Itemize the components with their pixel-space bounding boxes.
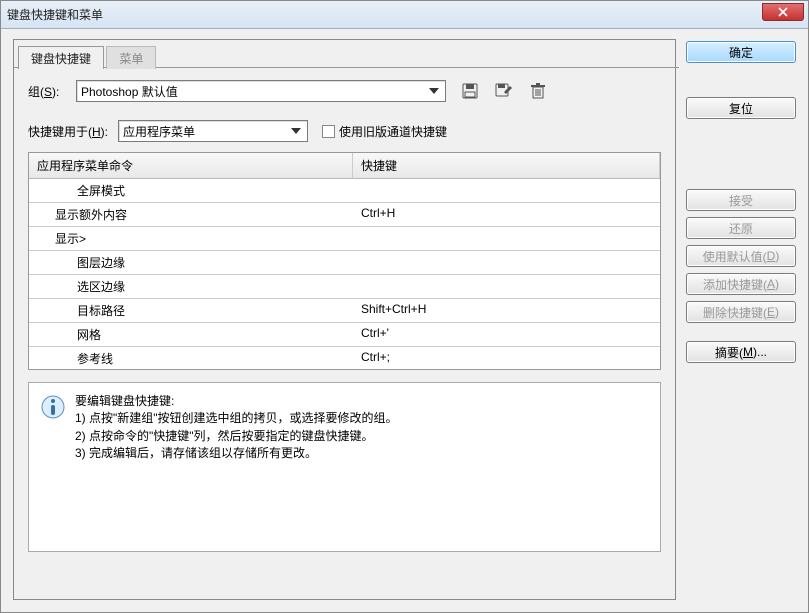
summary-button[interactable]: 摘要(M)... [686, 341, 796, 363]
cell-command: 参考线 [29, 347, 353, 369]
cell-shortcut: Shift+Ctrl+H [353, 299, 660, 322]
info-icon [41, 395, 65, 419]
legacy-checkbox-label: 使用旧版通道快捷键 [339, 123, 447, 140]
group-label: 组(S): [28, 83, 76, 100]
hint-text: 要编辑键盘快捷键: 1) 点按"新建组"按钮创建选中组的拷贝，或选择要修改的组。… [75, 393, 398, 529]
table-row[interactable]: 网格Ctrl+' [29, 323, 660, 347]
cell-shortcut [353, 251, 660, 274]
cell-command: 目标路径 [29, 299, 353, 322]
hint-title: 要编辑键盘快捷键: [75, 393, 398, 410]
cell-shortcut: Ctrl+H [353, 203, 660, 226]
table-row[interactable]: 全屏模式 [29, 179, 660, 203]
th-command[interactable]: 应用程序菜单命令 [29, 153, 353, 178]
legacy-checkbox-wrap[interactable]: 使用旧版通道快捷键 [322, 123, 447, 140]
cell-command: 图层边缘 [29, 251, 353, 274]
use-default-button[interactable]: 使用默认值(D) [686, 245, 796, 267]
window-title: 键盘快捷键和菜单 [7, 6, 103, 23]
save-set-button[interactable] [460, 81, 480, 101]
tab-keyboard-shortcuts[interactable]: 键盘快捷键 [18, 46, 104, 69]
close-icon [777, 7, 789, 17]
close-button[interactable] [762, 3, 804, 21]
trash-icon [531, 83, 545, 99]
th-shortcut[interactable]: 快捷键 [353, 153, 660, 178]
reset-button[interactable]: 复位 [686, 97, 796, 119]
group-row: 组(S): Photoshop 默认值 [28, 80, 661, 102]
hint-line-3: 3) 完成编辑后，请存储该组以存储所有更改。 [75, 445, 398, 462]
cell-command: 网格 [29, 323, 353, 346]
table-row[interactable]: 图层边缘 [29, 251, 660, 275]
chevron-down-icon [289, 124, 303, 138]
table-header: 应用程序菜单命令 快捷键 [29, 153, 660, 179]
legacy-checkbox[interactable] [322, 125, 335, 138]
cell-shortcut: Ctrl+' [353, 323, 660, 346]
table-row[interactable]: 显示> [29, 227, 660, 251]
cell-shortcut [353, 275, 660, 298]
shortcuts-for-label: 快捷键用于(H): [28, 123, 118, 140]
cell-shortcut [353, 227, 660, 250]
main-panel: 键盘快捷键 菜单 组(S): Photoshop 默认值 [13, 39, 676, 600]
delete-shortcut-button[interactable]: 删除快捷键(E) [686, 301, 796, 323]
column-resize-handle[interactable] [348, 155, 352, 176]
shortcuts-table: 应用程序菜单命令 快捷键 全屏模式显示额外内容Ctrl+H显示>图层边缘选区边缘… [28, 152, 661, 370]
save-as-icon [495, 83, 513, 99]
cell-shortcut: Ctrl+; [353, 347, 660, 369]
table-row[interactable]: 显示额外内容Ctrl+H [29, 203, 660, 227]
undo-button[interactable]: 还原 [686, 217, 796, 239]
delete-set-button[interactable] [528, 81, 548, 101]
chevron-down-icon [427, 84, 441, 98]
titlebar: 键盘快捷键和菜单 [1, 1, 808, 29]
save-set-as-button[interactable] [494, 81, 514, 101]
accept-button[interactable]: 接受 [686, 189, 796, 211]
cell-shortcut [353, 179, 660, 202]
hint-line-1: 1) 点按"新建组"按钮创建选中组的拷贝，或选择要修改的组。 [75, 410, 398, 427]
cell-command: 全屏模式 [29, 179, 353, 202]
tab-menus[interactable]: 菜单 [106, 46, 156, 69]
hint-line-2: 2) 点按命令的"快捷键"列，然后按要指定的键盘快捷键。 [75, 428, 398, 445]
add-shortcut-button[interactable]: 添加快捷键(A) [686, 273, 796, 295]
group-select-value: Photoshop 默认值 [81, 83, 427, 100]
group-icon-row [460, 81, 548, 101]
side-buttons: 确定 复位 接受 还原 使用默认值(D) 添加快捷键(A) 删除快捷键(E) 摘… [686, 39, 796, 600]
shortcuts-for-select[interactable]: 应用程序菜单 [118, 120, 308, 142]
tab-bar: 键盘快捷键 菜单 [18, 46, 675, 68]
dialog-body: 键盘快捷键 菜单 组(S): Photoshop 默认值 [1, 29, 808, 612]
shortcuts-for-value: 应用程序菜单 [123, 123, 289, 140]
table-row[interactable]: 选区边缘 [29, 275, 660, 299]
cell-command: 显示> [29, 227, 353, 250]
ok-button[interactable]: 确定 [686, 41, 796, 63]
table-row[interactable]: 目标路径Shift+Ctrl+H [29, 299, 660, 323]
shortcuts-for-row: 快捷键用于(H): 应用程序菜单 使用旧版通道快捷键 [28, 120, 661, 142]
table-body[interactable]: 全屏模式显示额外内容Ctrl+H显示>图层边缘选区边缘目标路径Shift+Ctr… [29, 179, 660, 369]
dialog-window: 键盘快捷键和菜单 键盘快捷键 菜单 组(S): Photoshop 默认值 [0, 0, 809, 613]
cell-command: 选区边缘 [29, 275, 353, 298]
hint-box: 要编辑键盘快捷键: 1) 点按"新建组"按钮创建选中组的拷贝，或选择要修改的组。… [28, 382, 661, 552]
table-row[interactable]: 参考线Ctrl+; [29, 347, 660, 369]
group-select[interactable]: Photoshop 默认值 [76, 80, 446, 102]
panel-inner: 组(S): Photoshop 默认值 [14, 68, 675, 562]
save-icon [462, 83, 478, 99]
cell-command: 显示额外内容 [29, 203, 353, 226]
